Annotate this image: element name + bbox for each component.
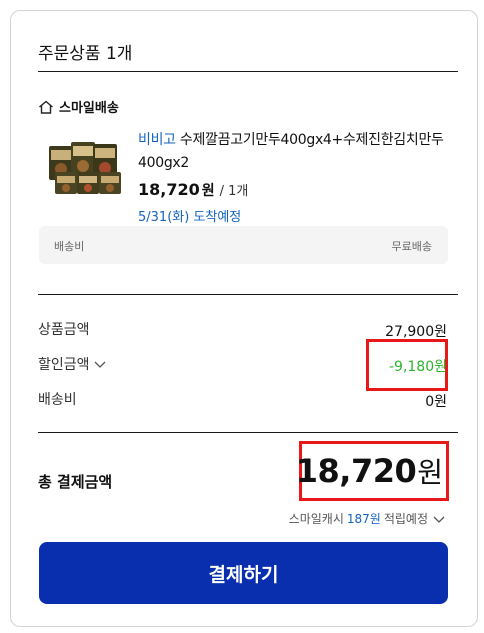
product-title[interactable]: 수제깔끔고기만두400gx4+수제진한김치만두400gx2	[138, 132, 444, 171]
order-count-title: 주문상품 1개	[38, 44, 133, 64]
product-price-unit: 원	[201, 183, 215, 199]
product-price: 18,720	[138, 180, 200, 199]
shipping-label: 배송비	[38, 392, 77, 408]
divider	[38, 71, 458, 72]
divider	[38, 432, 458, 433]
smile-cash-toggle[interactable]: 스마일캐시 187원 적립예정	[289, 510, 446, 527]
product-quantity: / 1개	[219, 184, 249, 199]
product-thumbnail[interactable]	[47, 136, 125, 198]
divider	[38, 294, 458, 295]
discount-toggle[interactable]: 할인금액	[38, 354, 107, 374]
order-summary-card: 주문상품 1개 스마일배송 비비고 수제깔끔고기만두400gx4+수제진한김치만…	[10, 10, 478, 627]
shipping-fee-value: 무료배송	[391, 240, 432, 253]
shipping-value: 0원	[425, 394, 447, 410]
total-amount: 18,720 원	[296, 451, 443, 491]
home-icon	[39, 100, 53, 114]
discount-label: 할인금액	[38, 357, 90, 373]
total-label: 총 결제금액	[38, 473, 113, 491]
total-amount-number: 18,720	[295, 452, 417, 490]
smile-cash-prefix: 스마일캐시	[288, 512, 344, 526]
chevron-down-icon[interactable]	[432, 514, 446, 524]
product-price-row: 18,720 원 / 1개	[138, 180, 248, 200]
smile-delivery-label: 스마일배송	[38, 97, 119, 116]
product-brand[interactable]: 비비고	[138, 132, 176, 148]
pay-button[interactable]: 결제하기	[39, 542, 448, 604]
shipping-fee-box: 배송비 무료배송	[39, 226, 448, 264]
shipping-fee-label: 배송비	[54, 240, 85, 253]
discount-value: -9,180원	[388, 359, 447, 375]
product-name[interactable]: 비비고 수제깔끔고기만두400gx4+수제진한김치만두400gx2	[138, 129, 458, 175]
smile-cash-amount: 187원	[346, 512, 381, 526]
chevron-down-icon[interactable]	[93, 359, 107, 369]
product-amount-value: 27,900원	[385, 324, 447, 340]
total-amount-unit: 원	[417, 456, 443, 489]
smile-cash-suffix: 적립예정	[383, 512, 428, 526]
arrival-date: 5/31(화) 도착예정	[138, 210, 242, 225]
product-amount-label: 상품금액	[38, 322, 90, 338]
